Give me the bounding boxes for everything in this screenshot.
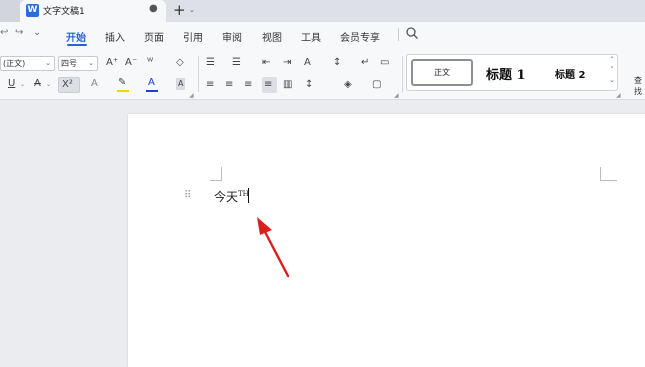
search-icon[interactable] xyxy=(405,26,419,40)
numbering-icon[interactable]: ☰ xyxy=(232,57,241,69)
shrink-font-icon[interactable]: A⁻ xyxy=(125,57,137,69)
body-text[interactable]: 今天TH xyxy=(214,188,249,205)
paragraph-dialog-launcher[interactable]: ◢ xyxy=(394,92,399,99)
find-button[interactable]: 查找 xyxy=(634,75,645,97)
table-border-icon[interactable]: ▭ xyxy=(380,57,389,69)
menu-review[interactable]: 审阅 xyxy=(222,29,242,44)
show-marks-icon[interactable]: ↵ xyxy=(361,57,369,69)
grow-font-icon[interactable]: A⁺ xyxy=(106,57,118,69)
align-right-icon[interactable]: ≡ xyxy=(244,79,252,91)
document-page[interactable]: ⠿ 今天TH xyxy=(128,114,645,367)
document-tab[interactable]: W 文字文稿1 ● xyxy=(20,0,166,22)
body-text-main: 今天 xyxy=(214,190,239,204)
highlight-color-bar xyxy=(117,90,129,92)
clear-format-icon[interactable]: ◇ xyxy=(176,57,184,69)
menu-references[interactable]: 引用 xyxy=(183,29,203,44)
styles-gallery: 正文 标题 1 标题 2 xyxy=(406,54,618,91)
ribbon-divider xyxy=(198,56,199,92)
phonetic-guide-icon[interactable]: ᵂ xyxy=(147,57,153,69)
chevron-down-icon: ⌄ xyxy=(45,59,51,67)
font-color-bar xyxy=(146,90,158,92)
writer-doc-icon: W xyxy=(26,4,39,17)
sort-icon[interactable]: ↕ xyxy=(333,57,341,69)
unsaved-dot-icon[interactable]: ● xyxy=(149,3,158,14)
style-heading-2[interactable]: 标题 2 xyxy=(555,66,585,81)
quick-access-more-icon[interactable]: ⌄ xyxy=(33,27,41,38)
new-tab-chevron-icon[interactable]: ⌄ xyxy=(189,6,195,14)
menu-tools[interactable]: 工具 xyxy=(301,29,321,44)
text-direction-icon[interactable]: A xyxy=(304,57,311,69)
char-shading-icon[interactable]: A xyxy=(176,78,186,90)
font-name-select[interactable]: (正文) ⌄ xyxy=(0,56,55,71)
menu-view[interactable]: 视图 xyxy=(262,29,282,44)
menu-home[interactable]: 开始 xyxy=(66,29,86,44)
shading-icon[interactable]: ◈ xyxy=(344,79,352,91)
annotation-arrow-icon xyxy=(257,217,290,278)
font-size-select[interactable]: 四号 ⌄ xyxy=(58,56,98,71)
font-name-value: (正文) xyxy=(3,59,26,68)
strikethrough-chevron-icon[interactable]: ⌄ xyxy=(46,78,51,91)
align-center-icon[interactable]: ≡ xyxy=(225,79,233,91)
document-tab-title: 文字文稿1 xyxy=(43,7,85,17)
font-color-icon[interactable]: A xyxy=(148,77,155,89)
menu-insert[interactable]: 插入 xyxy=(105,29,125,44)
font-dialog-launcher[interactable]: ◢ xyxy=(189,92,194,99)
chevron-down-icon: ⌄ xyxy=(88,59,94,67)
justify-icon[interactable]: ≡ xyxy=(264,79,272,91)
margin-corner-mark xyxy=(210,167,222,181)
margin-corner-mark xyxy=(600,167,617,181)
indent-icon[interactable]: ⇥ xyxy=(283,57,291,69)
line-spacing-icon[interactable]: ↕ xyxy=(305,79,313,91)
ribbon-toolbar: (正文) ⌄ 四号 ⌄ A⁺ A⁻ ᵂ ◇ U ⌄ A ⌄ X² A ✎ A A… xyxy=(0,47,645,100)
strikethrough-icon[interactable]: A xyxy=(34,78,41,90)
style-heading-1[interactable]: 标题 1 xyxy=(486,64,526,83)
highlight-icon[interactable]: ✎ xyxy=(118,77,126,89)
outdent-icon[interactable]: ⇤ xyxy=(262,57,270,69)
new-tab-button[interactable]: + xyxy=(173,1,186,19)
underline-icon[interactable]: U xyxy=(8,78,15,90)
style-normal[interactable]: 正文 xyxy=(411,59,473,86)
bullets-icon[interactable]: ☰ xyxy=(206,57,215,69)
align-left-icon[interactable]: ≡ xyxy=(206,79,214,91)
styles-dialog-launcher[interactable]: ◢ xyxy=(616,92,621,99)
font-size-value: 四号 xyxy=(61,59,77,68)
tab-bar: W 文字文稿1 ● + ⌄ xyxy=(0,0,645,22)
text-effect-icon[interactable]: A xyxy=(91,78,98,90)
paragraph-drag-handle-icon[interactable]: ⠿ xyxy=(184,190,191,201)
menu-divider xyxy=(398,28,399,41)
ribbon-divider xyxy=(402,56,403,92)
menu-bar: ↩ ↪ ⌄ 开始 插入 页面 引用 审阅 视图 工具 会员专享 xyxy=(0,22,645,47)
styles-scroll-control[interactable]: ˄ ˅ ⌄ xyxy=(607,55,617,89)
distributed-icon[interactable]: ▥ xyxy=(283,79,292,91)
superscript-icon[interactable]: X² xyxy=(62,79,73,91)
text-cursor xyxy=(248,188,249,203)
menu-member[interactable]: 会员专享 xyxy=(340,29,380,44)
undo-icon[interactable]: ↩ xyxy=(0,27,8,38)
active-menu-indicator xyxy=(67,44,87,46)
menu-page[interactable]: 页面 xyxy=(144,29,164,44)
underline-chevron-icon[interactable]: ⌄ xyxy=(20,78,25,91)
borders-icon[interactable]: ▢ xyxy=(372,79,381,91)
redo-icon[interactable]: ↪ xyxy=(15,27,23,38)
tab-stub[interactable] xyxy=(0,0,20,22)
